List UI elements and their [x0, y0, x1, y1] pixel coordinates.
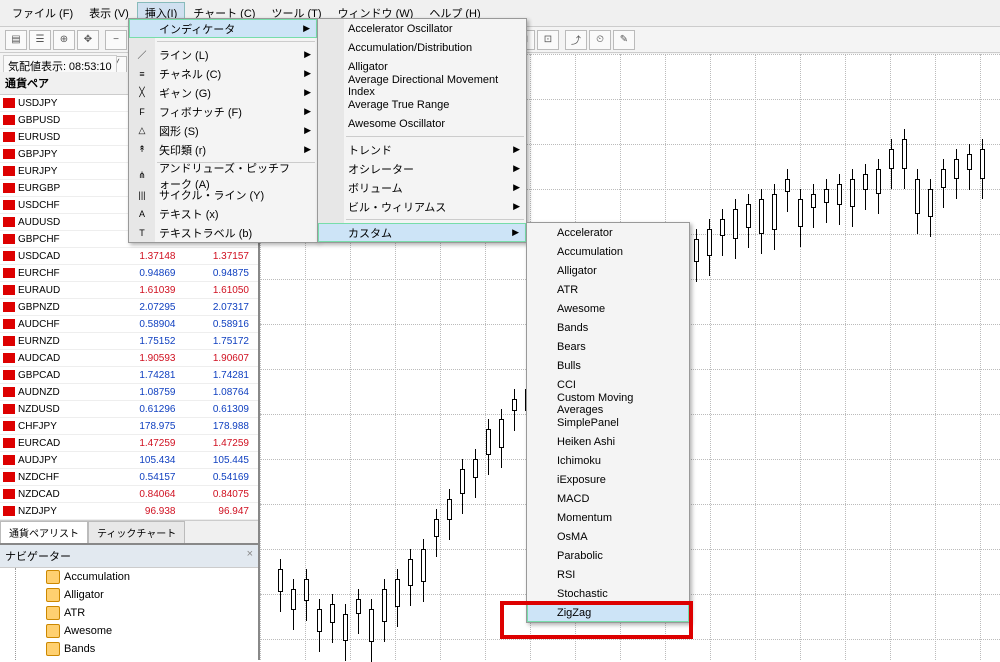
watch-row[interactable]: AUDNZD1.087591.08764 — [0, 384, 258, 401]
menu-item[interactable]: SimplePanel — [527, 413, 689, 432]
navigator-header: ナビゲーター× — [0, 545, 258, 568]
menu-item[interactable]: Average Directional Movement Index — [318, 76, 526, 95]
menu-item[interactable]: Bands — [527, 318, 689, 337]
menu-item[interactable]: Heiken Ashi — [527, 432, 689, 451]
menu-item[interactable]: Accumulation/Distribution — [318, 38, 526, 57]
highlight-zigzag — [500, 601, 693, 639]
watch-row[interactable]: EURNZD1.751521.75172 — [0, 333, 258, 350]
menu-item[interactable]: ⋔アンドリューズ・ピッチフォーク (A) — [129, 166, 317, 185]
toolbar-btn-c[interactable]: ⊡ — [537, 30, 559, 50]
menu-item[interactable]: Average True Range — [318, 95, 526, 114]
menu-item[interactable]: Bears — [527, 337, 689, 356]
toolbar-btn-per[interactable]: ⏲ — [589, 30, 611, 50]
watch-row[interactable]: NZDCAD0.840640.84075 — [0, 486, 258, 503]
menu-item[interactable]: ╳ギャン (G)▶ — [129, 83, 317, 102]
menu-item[interactable]: ／ライン (L)▶ — [129, 45, 317, 64]
toolbar-btn-zoomout[interactable]: − — [105, 30, 127, 50]
menu-item[interactable]: iExposure — [527, 470, 689, 489]
menu-item[interactable]: ビル・ウィリアムス▶ — [318, 197, 526, 216]
toolbar-btn-move[interactable]: ✥ — [77, 30, 99, 50]
watch-row[interactable]: EURAUD1.610391.61050 — [0, 282, 258, 299]
nav-item[interactable]: Awesome — [16, 622, 258, 640]
nav-item[interactable]: Accumulation — [16, 568, 258, 586]
toolbar-btn-ind[interactable]: ⤴ — [565, 30, 587, 50]
menu-item[interactable]: Bulls — [527, 356, 689, 375]
menu-item[interactable]: Aテキスト (x) — [129, 204, 317, 223]
watch-row[interactable]: NZDUSD0.612960.61309 — [0, 401, 258, 418]
navigator-close-icon[interactable]: × — [247, 548, 253, 564]
menu-item[interactable]: Momentum — [527, 508, 689, 527]
toolbar-btn-target[interactable]: ⊕ — [53, 30, 75, 50]
menu-item[interactable]: |||サイクル・ライン (Y) — [129, 185, 317, 204]
menu-item[interactable]: カスタム▶ — [318, 223, 526, 242]
menu-item[interactable]: △図形 (S)▶ — [129, 121, 317, 140]
nav-item[interactable]: Bands — [16, 640, 258, 658]
insert-menu: インディケータ▶ ／ライン (L)▶≡チャネル (C)▶╳ギャン (G)▶Fフィボ… — [128, 18, 318, 243]
custom-submenu: AcceleratorAccumulationAlligatorATRAweso… — [526, 222, 690, 623]
menu-item[interactable]: Awesome — [527, 299, 689, 318]
menu-item[interactable]: ≡チャネル (C)▶ — [129, 64, 317, 83]
menu-item[interactable]: ボリューム▶ — [318, 178, 526, 197]
toolbar-btn-new[interactable]: ▤ — [5, 30, 27, 50]
toolbar-btn-profile[interactable]: ☰ — [29, 30, 51, 50]
menu-item[interactable]: OsMA — [527, 527, 689, 546]
menu-item[interactable]: トレンド▶ — [318, 140, 526, 159]
watch-row[interactable]: USDCAD1.371481.37157 — [0, 248, 258, 265]
watch-row[interactable]: AUDCHF0.589040.58916 — [0, 316, 258, 333]
watch-row[interactable]: EURCAD1.472591.47259 — [0, 435, 258, 452]
menu-item[interactable]: Fフィボナッチ (F)▶ — [129, 102, 317, 121]
menu-item[interactable]: ↟矢印類 (r)▶ — [129, 140, 317, 159]
menu-item[interactable]: Accelerator Oscillator — [318, 19, 526, 38]
indicators-submenu: Accelerator OscillatorAccumulation/Distr… — [317, 18, 527, 243]
nav-item[interactable]: ATR — [16, 604, 258, 622]
menu-item[interactable]: Accumulation — [527, 242, 689, 261]
watch-row[interactable]: AUDCAD1.905931.90607 — [0, 350, 258, 367]
navigator-pane: ナビゲーター× AccumulationAlligatorATRAwesomeB… — [0, 543, 258, 660]
menu-item[interactable]: Awesome Oscillator — [318, 114, 526, 133]
watch-row[interactable]: CHFJPY178.975178.988 — [0, 418, 258, 435]
watch-tab-1[interactable]: ティックチャート — [88, 521, 185, 543]
market-watch-tabs: 通貨ペアリストティックチャート — [0, 520, 258, 543]
watch-row[interactable]: NZDCHF0.541570.54169 — [0, 469, 258, 486]
watch-tab-0[interactable]: 通貨ペアリスト — [0, 521, 88, 543]
watch-row[interactable]: NZDJPY96.93896.947 — [0, 503, 258, 520]
nav-item[interactable]: Alligator — [16, 586, 258, 604]
menu-item[interactable]: RSI — [527, 565, 689, 584]
menu-item[interactable]: Alligator — [527, 261, 689, 280]
menu-item[interactable]: Ichimoku — [527, 451, 689, 470]
menu-item[interactable]: Accelerator — [527, 223, 689, 242]
menu-item[interactable]: Custom Moving Averages — [527, 394, 689, 413]
menu-0[interactable]: ファイル (F) — [4, 2, 81, 24]
menu-item[interactable]: オシレーター▶ — [318, 159, 526, 178]
menu-item[interactable]: インディケータ▶ — [129, 19, 317, 38]
watch-row[interactable]: AUDJPY105.434105.445 — [0, 452, 258, 469]
watch-row[interactable]: GBPNZD2.072952.07317 — [0, 299, 258, 316]
watch-row[interactable]: GBPCAD1.742811.74281 — [0, 367, 258, 384]
menu-item[interactable]: MACD — [527, 489, 689, 508]
menu-item[interactable]: ATR — [527, 280, 689, 299]
toolbar-btn-tmpl[interactable]: ✎ — [613, 30, 635, 50]
menu-item[interactable]: Parabolic — [527, 546, 689, 565]
menu-item[interactable]: Tテキストラベル (b) — [129, 223, 317, 242]
watch-row[interactable]: EURCHF0.948690.94875 — [0, 265, 258, 282]
